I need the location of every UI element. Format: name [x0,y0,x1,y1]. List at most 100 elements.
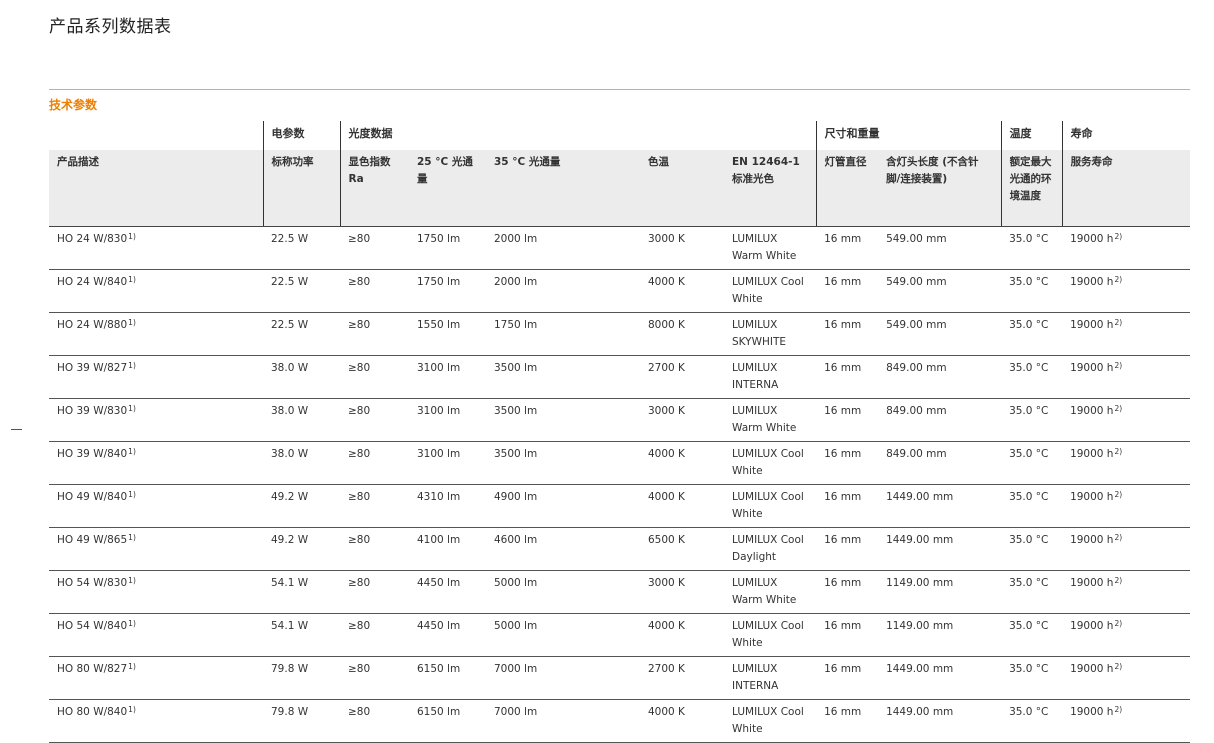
cell-diameter: 16 mm [816,613,879,657]
cell-ambient-temp-text: 35.0 °C [1009,534,1049,546]
cell-flux-25-text: 1750 lm [417,233,461,245]
cell-length: 549.00 mm [878,269,1002,313]
cell-description: HO 24 W/8401) [49,269,263,313]
cell-color-temp: 6500 K [640,527,724,571]
cell-service-life-text: 19000 h [1070,663,1114,675]
cell-power: 22.5 W [263,269,340,313]
cell-cri-text: ≥80 [348,663,371,675]
cell-diameter: 16 mm [816,226,879,270]
cell-color-temp: 3000 K [640,570,724,614]
cell-description: HO 39 W/8401) [49,441,263,485]
cell-ambient-temp-text: 35.0 °C [1009,663,1049,675]
cell-light-color: LUMILUX Cool White [724,699,817,743]
cell-flux-35: 4600 lm [486,527,640,571]
cell-length: 1149.00 mm [878,613,1002,657]
cell-color-temp-text: 6500 K [648,534,685,546]
cell-color-temp-text: 3000 K [648,233,685,245]
header-description: 产品描述 [49,150,263,227]
cell-diameter-text: 16 mm [824,362,862,374]
group-dimensions: 尺寸和重量 [815,121,1002,150]
header-ambient-temp: 额定最大光通的环境温度 [1000,150,1063,227]
cell-flux-25-text: 4450 lm [417,620,461,632]
cell-length: 1449.00 mm [878,484,1002,528]
cell-color-temp: 4000 K [640,484,724,528]
cell-color-temp: 2700 K [640,656,724,700]
cell-service-life: 19000 h2) [1062,656,1191,700]
cell-ambient-temp: 35.0 °C [1001,527,1063,571]
footnote-marker: 1) [128,232,136,241]
cell-flux-35-text: 3500 lm [494,448,538,460]
footnote-marker: 1) [128,318,136,327]
cell-service-life: 19000 h2) [1062,226,1191,270]
cell-color-temp: 4000 K [640,699,724,743]
cell-cri-text: ≥80 [348,491,371,503]
page-title: 产品系列数据表 [49,17,172,37]
table-row: HO 39 W/8271) 38.0 W ≥80 3100 lm 3500 lm 2700… [49,355,1191,399]
cell-light-color: LUMILUX Cool White [724,441,817,485]
footnote-marker: 2) [1114,576,1123,585]
cell-flux-35: 3500 lm [486,398,640,442]
cell-flux-25: 4450 lm [409,570,486,614]
footnote-marker: 2) [1114,447,1123,456]
cell-power-text: 38.0 W [271,405,309,417]
cell-length-text: 549.00 mm [886,276,947,288]
cell-flux-35: 3500 lm [486,355,640,399]
cell-length-text: 849.00 mm [886,405,947,417]
cell-power-text: 49.2 W [271,534,309,546]
cell-ambient-temp: 35.0 °C [1001,613,1063,657]
group-electrical: 电参数 [262,121,340,150]
cell-cri-text: ≥80 [348,577,371,589]
cell-length-text: 1449.00 mm [886,706,954,718]
cell-ambient-temp-text: 35.0 °C [1009,233,1049,245]
footnote-marker: 1) [128,490,136,499]
cell-description: HO 54 W/8301) [49,570,263,614]
cell-flux-25: 1750 lm [409,226,486,270]
cell-light-color: LUMILUX Warm White [724,226,817,270]
cell-service-life: 19000 h2) [1062,269,1191,313]
cell-description-text: HO 39 W/830 [57,405,128,417]
cell-cri-text: ≥80 [348,706,371,718]
cell-cri: ≥80 [340,269,409,313]
footnote-marker: 2) [1114,490,1123,499]
header-cri: 显色指数 Ra [339,150,409,227]
cell-service-life: 19000 h2) [1062,570,1191,614]
footnote-marker: 2) [1114,361,1123,370]
cell-service-life-text: 19000 h [1070,491,1114,503]
cell-power: 38.0 W [263,355,340,399]
cell-flux-25-text: 1550 lm [417,319,461,331]
cell-ambient-temp: 35.0 °C [1001,570,1063,614]
cell-color-temp-text: 3000 K [648,405,685,417]
cell-length: 849.00 mm [878,441,1002,485]
footnote-marker: 1) [128,533,136,542]
table-row: HO 49 W/8651) 49.2 W ≥80 4100 lm 4600 lm 6500… [49,527,1191,571]
cell-power: 54.1 W [263,570,340,614]
cell-cri: ≥80 [340,355,409,399]
cell-description: HO 49 W/8651) [49,527,263,571]
cell-light-color: LUMILUX SKYWHITE [724,312,817,356]
cell-service-life-text: 19000 h [1070,620,1114,632]
cell-length-text: 1449.00 mm [886,663,954,675]
cell-length: 1449.00 mm [878,699,1002,743]
cell-light-color: LUMILUX Cool White [724,269,817,313]
cell-length-text: 849.00 mm [886,362,947,374]
footnote-marker: 1) [128,404,136,413]
cell-power-text: 79.8 W [271,663,309,675]
cell-diameter: 16 mm [816,484,879,528]
cell-light-color-text: LUMILUX Cool White [732,706,804,735]
cell-light-color: LUMILUX INTERNA [724,355,817,399]
cell-cri-text: ≥80 [348,620,371,632]
cell-light-color-text: LUMILUX Cool White [732,491,804,520]
footnote-marker: 1) [128,662,136,671]
cell-length: 549.00 mm [878,312,1002,356]
cell-color-temp-text: 4000 K [648,706,685,718]
cell-light-color-text: LUMILUX Cool Daylight [732,534,804,563]
cell-diameter-text: 16 mm [824,491,862,503]
footnote-marker: 2) [1114,404,1123,413]
cell-light-color-text: LUMILUX Warm White [732,233,797,262]
cell-ambient-temp: 35.0 °C [1001,441,1063,485]
cell-cri-text: ≥80 [348,405,371,417]
cell-diameter-text: 16 mm [824,319,862,331]
header-length: 含灯头长度 (不含针脚/连接装置) [878,150,1002,227]
cell-flux-35-text: 5000 lm [494,620,538,632]
technical-data-table: 电参数 光度数据 尺寸和重量 温度 寿命 产品描述 标称功率 显色指数 Ra 2… [49,121,1191,743]
